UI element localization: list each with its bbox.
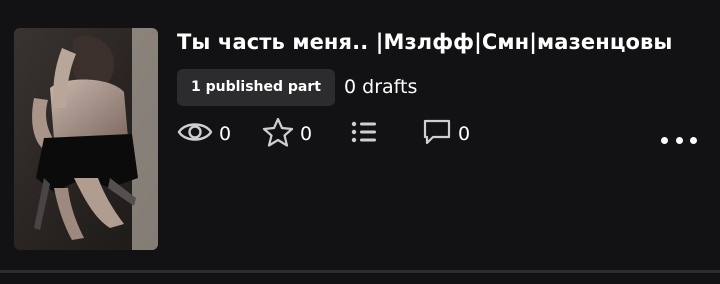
more-dot — [690, 136, 697, 144]
eye-icon — [177, 119, 213, 149]
more-options-button[interactable] — [661, 128, 697, 152]
story-title[interactable]: Ты часть меня.. |Мзлфф|Смн|мазенцовы — [177, 30, 673, 54]
cover-photo — [14, 28, 158, 250]
views-stat: 0 — [177, 117, 231, 151]
votes-stat: 0 — [262, 117, 312, 151]
story-card[interactable]: Ты часть меня.. |Мзлфф|Смн|мазенцовы 1 p… — [0, 0, 720, 284]
more-horizontal-icon — [661, 136, 668, 144]
comment-icon — [422, 117, 452, 151]
star-icon — [262, 117, 294, 151]
comments-stat: 0 — [422, 117, 470, 151]
story-cover-image[interactable] — [14, 28, 158, 250]
parts-stat[interactable] — [350, 117, 378, 151]
more-dot — [675, 136, 683, 144]
views-count: 0 — [219, 123, 232, 145]
list-icon[interactable] — [350, 119, 378, 149]
published-parts-badge: 1 published part — [177, 69, 335, 106]
row-divider — [0, 270, 720, 273]
comments-count: 0 — [458, 123, 471, 145]
votes-count: 0 — [300, 123, 313, 145]
drafts-count: 0 drafts — [344, 76, 418, 98]
